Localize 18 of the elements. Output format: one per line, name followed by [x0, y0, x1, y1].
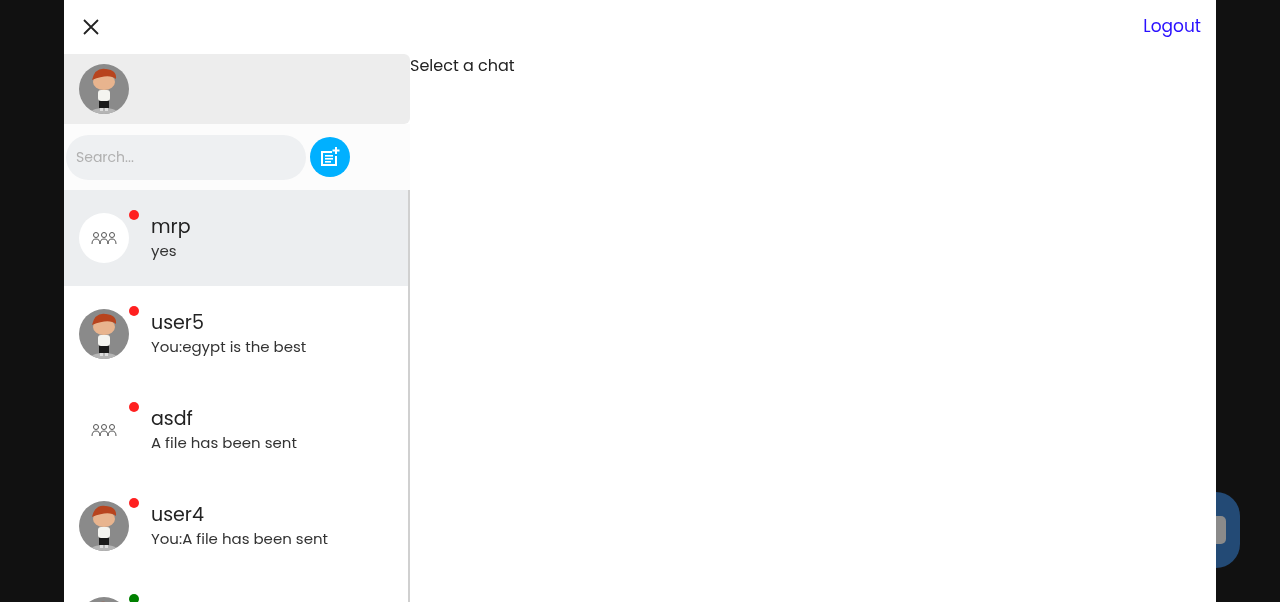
chat-item[interactable]: mrp yes [64, 190, 408, 286]
logout-link[interactable]: Logout [1143, 14, 1201, 40]
search-field[interactable]: Search... [66, 134, 306, 180]
chat-preview: You:egypt is the best [151, 336, 307, 358]
close-button[interactable] [82, 18, 100, 36]
chat-preview: A file has been sent [151, 432, 297, 454]
group-icon [91, 423, 117, 437]
chat-name: user4 [151, 502, 205, 528]
floating-chat-button[interactable] [1216, 492, 1240, 568]
group-icon [91, 231, 117, 245]
close-icon [83, 19, 99, 35]
note-plus-icon [320, 147, 340, 167]
empty-state-text: Select a chat [410, 54, 516, 78]
chat-preview: You:A file has been sent [151, 528, 328, 550]
chat-name: mrp [151, 214, 191, 240]
chat-preview: yes [151, 240, 178, 262]
chat-name: user5 [151, 310, 205, 336]
chat-name: asdf [151, 406, 194, 432]
